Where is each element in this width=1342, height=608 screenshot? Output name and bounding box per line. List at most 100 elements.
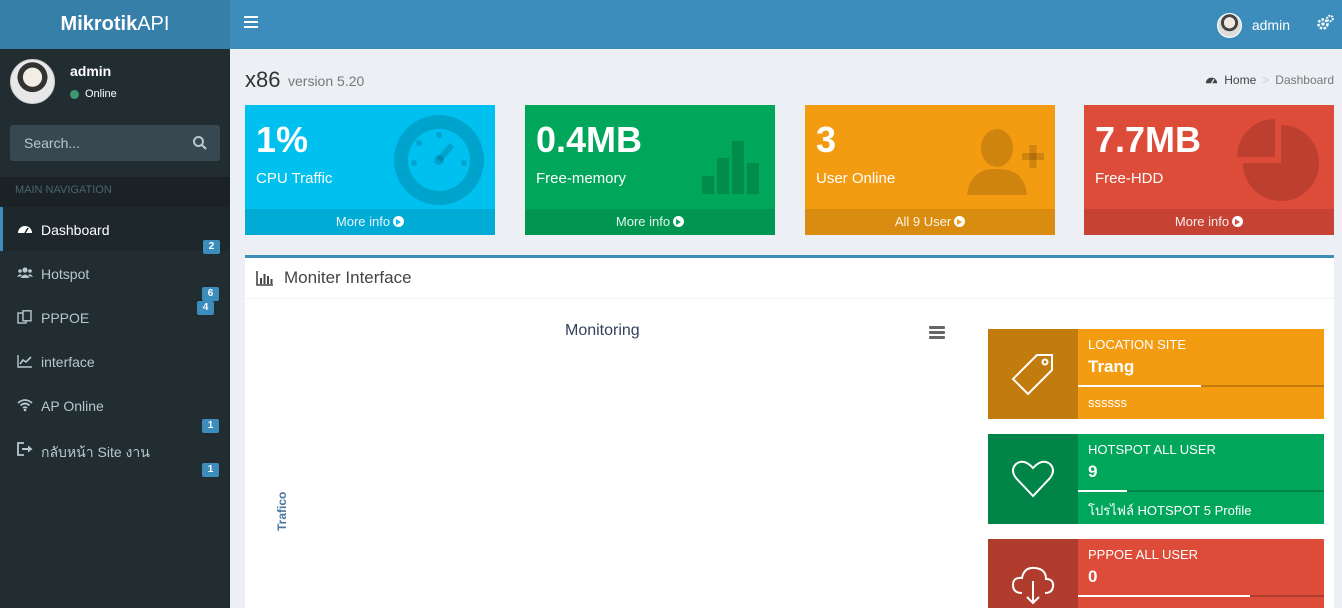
panel-header: Moniter Interface bbox=[245, 258, 1334, 299]
chart-title: Monitoring bbox=[565, 322, 640, 339]
user-plus-icon bbox=[967, 129, 1044, 195]
sidebar-item-label: Hotspot bbox=[41, 266, 90, 282]
breadcrumb-current: Dashboard bbox=[1275, 73, 1334, 87]
stat-label: User Online bbox=[816, 170, 896, 187]
online-dot-icon bbox=[70, 89, 79, 99]
info-box-pppoe: PPPOE ALL USER 0 bbox=[988, 539, 1324, 608]
breadcrumb-separator: > bbox=[1262, 73, 1270, 87]
line-chart-icon bbox=[17, 355, 32, 368]
sidebar-item-interface[interactable]: interface bbox=[0, 339, 230, 383]
sidebar-item-back-to-site[interactable]: กลับหน้า Site งาน 1 bbox=[0, 427, 230, 477]
stat-footer-label: More info bbox=[615, 214, 671, 229]
sidebar-item-label: AP Online bbox=[41, 398, 104, 414]
sidebar-item-hotspot[interactable]: Hotspot 6 bbox=[0, 251, 230, 301]
info-box-location: LOCATION SITE Trang ssssss bbox=[988, 329, 1324, 419]
stat-footer-label: All 9 User bbox=[894, 214, 952, 229]
stat-footer-label: More info bbox=[1174, 214, 1230, 229]
sidebar-item-ap-online[interactable]: AP Online 1 bbox=[0, 383, 230, 433]
sidebar-item-label: Dashboard bbox=[41, 222, 110, 238]
sidebar-toggle-icon[interactable] bbox=[244, 16, 258, 30]
info-box-icon bbox=[988, 329, 1078, 419]
chart-menu-icon[interactable] bbox=[929, 326, 945, 340]
info-box-icon bbox=[988, 434, 1078, 524]
progress-bar bbox=[1078, 490, 1128, 492]
info-box-value: Trang bbox=[1088, 357, 1135, 376]
progress-bar bbox=[1078, 595, 1251, 597]
count-badge: 4 bbox=[197, 301, 214, 315]
copy-icon bbox=[17, 310, 32, 324]
stat-box-memory: 0.4MB Free-memory More info bbox=[525, 105, 775, 235]
arrow-circle-right-icon bbox=[1232, 216, 1244, 227]
info-box-value: 0 bbox=[1088, 567, 1098, 586]
page-title: x86 bbox=[245, 67, 281, 92]
sign-out-icon bbox=[17, 442, 33, 456]
stat-label: CPU Traffic bbox=[256, 170, 333, 187]
stat-value: 1% bbox=[256, 119, 309, 160]
sidebar-menu: Dashboard 2 Hotspot 6 PPPOE 4 interface … bbox=[0, 207, 230, 477]
page-subtitle: version 5.20 bbox=[288, 73, 365, 89]
heart-icon bbox=[1012, 460, 1054, 498]
user-status-text: Online bbox=[85, 88, 117, 100]
progress-bar bbox=[1078, 385, 1201, 387]
arrow-circle-right-icon bbox=[954, 216, 966, 227]
info-box-title: PPPOE ALL USER bbox=[1088, 547, 1199, 562]
info-box-title: HOTSPOT ALL USER bbox=[1088, 442, 1216, 457]
stat-value: 3 bbox=[816, 119, 837, 160]
stat-more-info-link[interactable]: More info bbox=[1084, 209, 1334, 235]
arrow-circle-right-icon bbox=[393, 216, 405, 227]
dashboard-icon bbox=[1206, 77, 1218, 84]
info-box-description: โปรไฟล์ HOTSPOT 5 Profile bbox=[1088, 503, 1252, 518]
stat-footer-label: More info bbox=[335, 214, 391, 229]
panel-title: Moniter Interface bbox=[284, 268, 412, 287]
logo-bold: Mikrotik bbox=[60, 13, 138, 35]
sidebar: admin Online MAIN NAVIGATION Dashboard 2 bbox=[0, 49, 230, 608]
avatar bbox=[10, 59, 55, 104]
navbar-user-name: admin bbox=[1251, 17, 1290, 33]
gears-icon[interactable] bbox=[1316, 14, 1334, 32]
count-badge: 1 bbox=[202, 463, 219, 477]
search-icon[interactable] bbox=[192, 135, 208, 151]
progress-track bbox=[1078, 490, 1324, 492]
chart-y-axis-label: Trafico bbox=[275, 491, 289, 531]
stat-all-users-link[interactable]: All 9 User bbox=[805, 209, 1055, 235]
bar-chart-icon bbox=[702, 141, 759, 194]
logo-light: API bbox=[137, 13, 170, 35]
info-box-value: 9 bbox=[1088, 462, 1098, 481]
pie-chart-icon bbox=[1237, 119, 1319, 201]
stat-more-info-link[interactable]: More info bbox=[525, 209, 775, 235]
sidebar-search bbox=[10, 125, 220, 161]
sidebar-item-pppoe[interactable]: PPPOE 4 bbox=[0, 295, 230, 339]
nav-header: MAIN NAVIGATION bbox=[0, 177, 230, 207]
stat-box-hdd: 7.7MB Free-HDD More info bbox=[1084, 105, 1334, 235]
progress-track bbox=[1078, 595, 1324, 597]
stat-value: 0.4MB bbox=[536, 119, 643, 160]
progress-track bbox=[1078, 385, 1324, 387]
stat-value: 7.7MB bbox=[1095, 119, 1202, 160]
info-box-description: ssssss bbox=[1088, 395, 1127, 410]
stat-more-info-link[interactable]: More info bbox=[245, 209, 495, 235]
breadcrumb: Home > Dashboard bbox=[1205, 73, 1334, 87]
wifi-icon bbox=[17, 399, 33, 412]
user-status: Online bbox=[70, 88, 117, 100]
info-box-icon bbox=[988, 539, 1078, 608]
tag-icon bbox=[1011, 354, 1053, 396]
dashboard-icon bbox=[394, 115, 484, 205]
user-menu[interactable]: admin bbox=[1216, 12, 1290, 38]
avatar bbox=[1216, 12, 1242, 38]
app-logo[interactable]: MikrotikAPI bbox=[0, 0, 230, 49]
top-navbar: admin bbox=[230, 0, 1342, 49]
search-input[interactable] bbox=[10, 125, 180, 161]
sidebar-item-label: กลับหน้า Site งาน bbox=[41, 444, 150, 460]
info-box-hotspot: HOTSPOT ALL USER 9 โปรไฟล์ HOTSPOT 5 Pro… bbox=[988, 434, 1324, 524]
sidebar-item-dashboard[interactable]: Dashboard 2 bbox=[0, 207, 230, 254]
sidebar-item-label: PPPOE bbox=[41, 310, 90, 326]
breadcrumb-home[interactable]: Home bbox=[1224, 73, 1256, 87]
stat-box-cpu: 1% CPU Traffic More info bbox=[245, 105, 495, 235]
users-icon bbox=[17, 267, 33, 278]
cloud-download-icon bbox=[1011, 566, 1055, 605]
monitor-panel: Moniter Interface Monitoring Trafico LOC… bbox=[245, 255, 1334, 608]
stat-box-users: 3 User Online All 9 User bbox=[805, 105, 1055, 235]
sidebar-item-label: interface bbox=[41, 354, 95, 370]
user-panel: admin Online bbox=[0, 49, 230, 117]
sidebar-user-name: admin bbox=[70, 63, 112, 79]
